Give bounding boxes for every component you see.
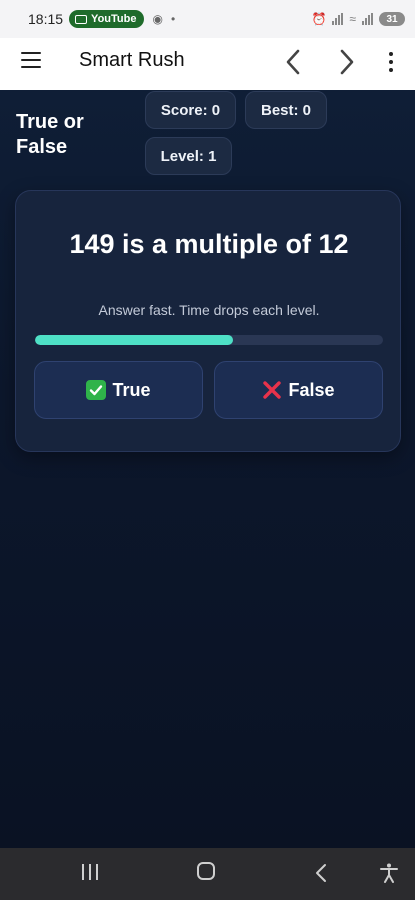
cross-mark-icon — [262, 380, 282, 400]
game-title: True or False — [16, 111, 84, 158]
home-icon[interactable] — [197, 862, 215, 880]
app-bar: Smart Rush — [0, 38, 415, 90]
screen: 18:15 YouTube ◉ • ⏰ ≈ 31 Smart Rush True… — [0, 0, 415, 900]
timer-fill — [35, 335, 234, 345]
accessibility-icon[interactable] — [378, 862, 400, 884]
chevron-left-icon[interactable] — [276, 44, 312, 80]
status-bar: 18:15 YouTube ◉ • ⏰ ≈ 31 — [0, 0, 415, 38]
alarm-icon: ⏰ — [311, 12, 327, 26]
signal-icon-2 — [362, 13, 373, 25]
true-button-label: True — [112, 379, 151, 400]
back-icon[interactable] — [312, 862, 330, 884]
recents-icon[interactable] — [80, 862, 100, 884]
hint-text: Answer fast. Time drops each level. — [98, 302, 320, 318]
question-text: 149 is a multiple of 12 — [69, 229, 349, 259]
signal-icon — [332, 13, 344, 25]
level-chip: Level: 1 — [145, 137, 232, 175]
menu-icon[interactable] — [21, 52, 41, 68]
wifi-icon: ≈ — [349, 12, 356, 26]
notification-icon: ◉ — [152, 12, 163, 26]
battery-icon: 31 — [379, 12, 405, 26]
question-card: 149 is a multiple of 12 Answer fast. Tim… — [15, 190, 401, 452]
system-nav-bar — [0, 848, 415, 900]
chevron-right-icon[interactable] — [328, 44, 364, 80]
more-options-icon[interactable] — [384, 50, 398, 74]
youtube-cast-pill: YouTube — [69, 10, 145, 28]
app-title: Smart Rush — [79, 49, 185, 71]
score-chip: Score: 0 — [145, 91, 236, 129]
game-area: True or False Score: 0 Best: 0 Level: 1 … — [0, 90, 415, 848]
status-right-icons: ⏰ ≈ 31 — [311, 12, 405, 26]
timer-bar — [35, 335, 383, 345]
false-button-label: False — [288, 379, 335, 400]
battery-level: 31 — [386, 13, 398, 25]
check-box-icon — [86, 380, 107, 400]
tv-icon — [75, 14, 88, 24]
best-chip: Best: 0 — [245, 91, 327, 129]
true-button[interactable]: True — [34, 361, 203, 419]
dot-icon: • — [170, 12, 176, 26]
status-time: 18:15 — [28, 11, 64, 27]
false-button[interactable]: False — [214, 361, 383, 419]
youtube-label: YouTube — [91, 13, 137, 25]
